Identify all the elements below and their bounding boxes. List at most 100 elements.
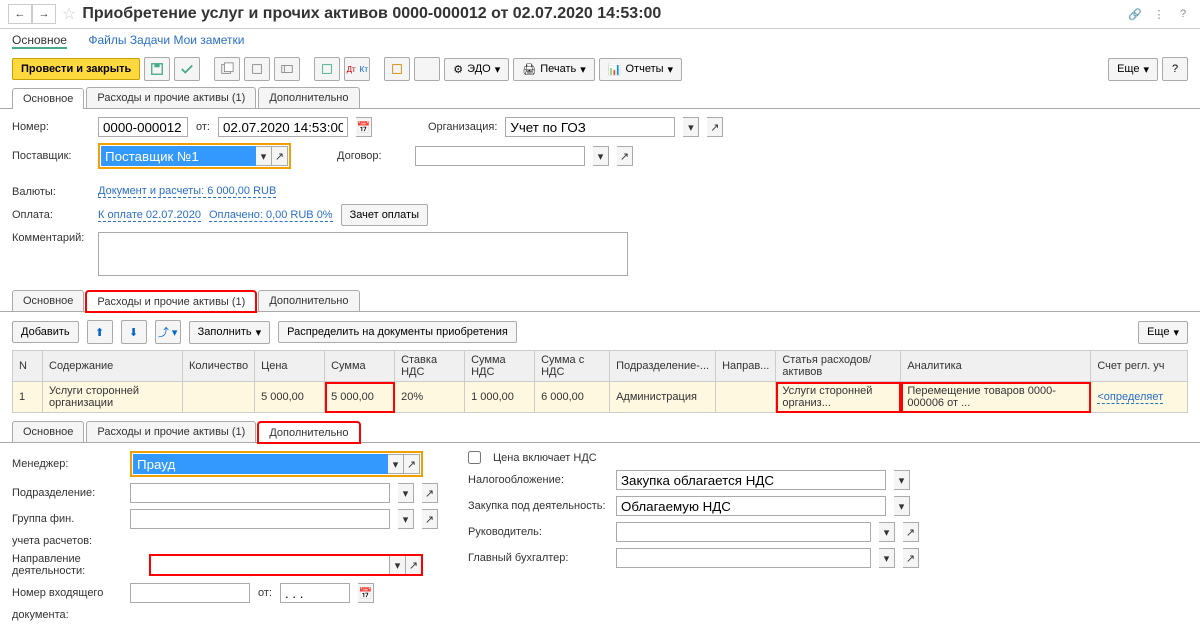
distribute-button[interactable]: Распределить на документы приобретения <box>278 321 517 343</box>
inc-cal-icon[interactable]: 📅 <box>358 583 374 603</box>
link-files[interactable]: Файлы <box>88 33 126 47</box>
tab2-additional[interactable]: Дополнительно <box>258 290 359 311</box>
tab2-main[interactable]: Основное <box>12 290 84 311</box>
post-close-button[interactable]: Провести и закрыть <box>12 58 140 80</box>
tab3-expenses[interactable]: Расходы и прочие активы (1) <box>86 421 256 442</box>
tab3-additional[interactable]: Дополнительно <box>258 422 359 443</box>
th-sum: Сумма <box>325 351 395 382</box>
add-button[interactable]: Добавить <box>12 321 79 343</box>
org-dd[interactable]: ▾ <box>683 117 699 137</box>
activ-input[interactable] <box>616 496 886 516</box>
fin-label: Группа фин. <box>12 513 122 525</box>
th-qty: Количество <box>183 351 255 382</box>
dept2-open[interactable]: ↗ <box>422 483 438 503</box>
manager-input[interactable] <box>133 454 388 474</box>
org-label: Организация: <box>428 121 497 133</box>
pay-link2[interactable]: Оплачено: 0,00 RUB 0% <box>209 209 333 222</box>
acc2-open[interactable]: ↗ <box>903 548 919 568</box>
calendar-icon[interactable]: 📅 <box>356 117 372 137</box>
table-row[interactable]: 1 Услуги сторонней организации 5 000,00 … <box>13 382 1188 413</box>
fin-input[interactable] <box>130 509 390 529</box>
tab1-main[interactable]: Основное <box>12 88 84 109</box>
supplier-open[interactable]: ↗ <box>272 146 288 166</box>
contract-input[interactable] <box>415 146 585 166</box>
dt-kt-icon[interactable]: ДтКт <box>344 57 370 81</box>
link-icon[interactable]: 🔗 <box>1126 5 1144 23</box>
save-icon[interactable] <box>144 57 170 81</box>
tab1-additional[interactable]: Дополнительно <box>258 87 359 108</box>
supplier-dd[interactable]: ▾ <box>256 146 272 166</box>
inc-date-input[interactable] <box>280 583 350 603</box>
edo-button[interactable]: ⚙ ЭДО ▾ <box>444 58 509 81</box>
dept2-dd[interactable]: ▾ <box>398 483 414 503</box>
down-button[interactable]: ⬇ <box>121 320 147 344</box>
up-button[interactable]: ⬆ <box>87 320 113 344</box>
chief-dd[interactable]: ▾ <box>879 522 895 542</box>
comment-input[interactable] <box>98 232 628 276</box>
tb-icon-2[interactable] <box>244 57 270 81</box>
fill-button[interactable]: Заполнить ▾ <box>189 321 271 344</box>
org-input[interactable] <box>505 117 675 137</box>
tax-dd[interactable]: ▾ <box>894 470 910 490</box>
chief-input[interactable] <box>616 522 871 542</box>
tax-input[interactable] <box>616 470 886 490</box>
td-vat-sum: 1 000,00 <box>465 382 535 413</box>
supplier-input[interactable] <box>101 146 256 166</box>
chief-open[interactable]: ↗ <box>903 522 919 542</box>
dir2-dd[interactable]: ▾ <box>390 555 406 575</box>
post-icon[interactable] <box>174 57 200 81</box>
pay-link1[interactable]: К оплате 02.07.2020 <box>98 209 201 222</box>
tab1-expenses[interactable]: Расходы и прочие активы (1) <box>86 87 256 108</box>
activ-dd[interactable]: ▾ <box>894 496 910 516</box>
dir2-open[interactable]: ↗ <box>406 555 422 575</box>
manager-dd[interactable]: ▾ <box>388 454 404 474</box>
org-open[interactable]: ↗ <box>707 117 723 137</box>
tb-icon-5[interactable] <box>384 57 410 81</box>
back-button[interactable]: ← <box>8 4 32 24</box>
help-icon[interactable]: ? <box>1174 5 1192 23</box>
acc2-input[interactable] <box>616 548 871 568</box>
vat-inc-checkbox[interactable] <box>468 451 481 464</box>
th-content: Содержание <box>43 351 183 382</box>
more2-button[interactable]: Еще ▾ <box>1138 321 1188 344</box>
payment-label: Оплата: <box>12 209 90 221</box>
link-main[interactable]: Основное <box>12 33 67 49</box>
share-button[interactable]: ⤴ ▾ <box>155 320 181 344</box>
td-content: Услуги сторонней организации <box>43 382 183 413</box>
acc2-dd[interactable]: ▾ <box>879 548 895 568</box>
menu-icon[interactable]: ⋮ <box>1150 5 1168 23</box>
contract-label: Договор: <box>337 150 407 162</box>
dept2-input[interactable] <box>130 483 390 503</box>
fin-dd[interactable]: ▾ <box>398 509 414 529</box>
favorite-icon[interactable]: ☆ <box>62 4 76 24</box>
help-button[interactable]: ? <box>1162 57 1188 81</box>
contract-dd[interactable]: ▾ <box>593 146 609 166</box>
activ-label: Закупка под деятельность: <box>468 500 608 512</box>
number-input[interactable] <box>98 117 188 137</box>
more-button[interactable]: Еще ▾ <box>1108 58 1158 81</box>
tab2-expenses[interactable]: Расходы и прочие активы (1) <box>86 291 256 312</box>
td-dir <box>716 382 776 413</box>
date-input[interactable] <box>218 117 348 137</box>
offset-button[interactable]: Зачет оплаты <box>341 204 428 226</box>
th-article: Статья расходов/активов <box>776 351 901 382</box>
forward-button[interactable]: → <box>32 4 56 24</box>
print-button[interactable]: 🖨 Печать ▾ <box>513 58 595 81</box>
contract-open[interactable]: ↗ <box>617 146 633 166</box>
tb-icon-1[interactable] <box>214 57 240 81</box>
tb-icon-4[interactable] <box>314 57 340 81</box>
inc-input[interactable] <box>130 583 250 603</box>
expenses-table: N Содержание Количество Цена Сумма Ставк… <box>12 350 1188 413</box>
dir2-input[interactable] <box>150 555 390 575</box>
tb-icon-6[interactable] <box>414 57 440 81</box>
link-tasks[interactable]: Задачи <box>130 33 170 47</box>
link-notes[interactable]: Мои заметки <box>173 33 244 47</box>
fin-open[interactable]: ↗ <box>422 509 438 529</box>
reports-button[interactable]: 📊 Отчеты ▾ <box>599 58 682 81</box>
currency-link[interactable]: Документ и расчеты: 6 000,00 RUB <box>98 185 276 198</box>
td-article: Услуги сторонней организ... <box>776 382 901 413</box>
manager-open[interactable]: ↗ <box>404 454 420 474</box>
tb-icon-3[interactable] <box>274 57 300 81</box>
dept2-label: Подразделение: <box>12 487 122 499</box>
tab3-main[interactable]: Основное <box>12 421 84 442</box>
